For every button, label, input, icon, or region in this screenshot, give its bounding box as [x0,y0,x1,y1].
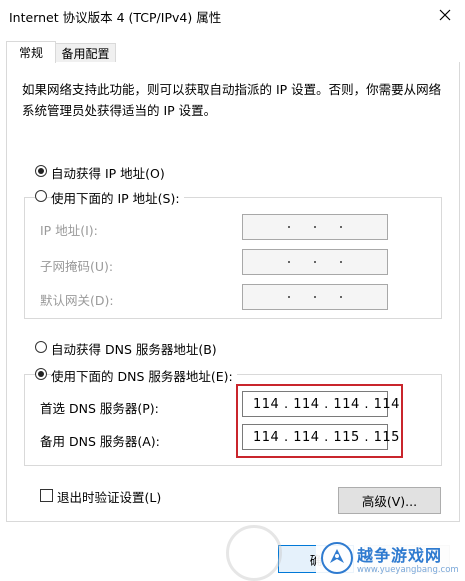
label-alternate-dns: 备用 DNS 服务器(A): [40,434,160,449]
validate-on-exit-checkbox[interactable] [40,489,53,502]
radio-manual-dns[interactable] [35,368,47,380]
description-text: 如果网络支持此功能，则可以获取自动指派的 IP 设置。否则，你需要从网络系统管理… [22,82,442,118]
label-manual-ip: 使用下面的 IP 地址(S): [51,188,184,207]
label-auto-ip: 自动获得 IP 地址(O) [51,166,165,181]
radio-auto-ip[interactable] [35,165,47,177]
close-button[interactable] [430,2,460,28]
radio-manual-ip[interactable] [35,190,47,202]
label-subnet-mask: 子网掩码(U): [40,259,114,274]
rocket-logo-icon [321,542,353,574]
label-manual-dns: 使用下面的 DNS 服务器地址(E): [51,366,237,385]
title-bar: Internet 协议版本 4 (TCP/IPv4) 属性 [0,0,465,30]
label-validate-on-exit: 退出时验证设置(L) [57,490,162,505]
radio-auto-dns[interactable] [35,341,47,353]
label-preferred-dns: 首选 DNS 服务器(P): [40,401,159,416]
ip-address-input[interactable] [242,214,388,240]
label-ip-address: IP 地址(I): [40,223,98,238]
label-auto-dns: 自动获得 DNS 服务器地址(B) [51,342,217,357]
window-title: Internet 协议版本 4 (TCP/IPv4) 属性 [9,10,222,25]
tab-alternate-config[interactable]: 备用配置 [56,43,116,62]
label-default-gateway: 默认网关(D): [40,293,114,308]
tab-general[interactable]: 常规 [6,41,56,63]
default-gateway-input[interactable] [242,284,388,310]
close-icon [439,9,451,21]
watermark-url: www.yueyangbang.com [357,565,459,575]
subnet-mask-input[interactable] [242,249,388,275]
watermark-title: 越争游戏网 [357,546,443,565]
watermark-logo [320,541,354,575]
dns-highlight-frame [236,384,403,458]
watermark-ring [226,525,282,581]
advanced-button[interactable]: 高级(V)... [338,487,441,514]
